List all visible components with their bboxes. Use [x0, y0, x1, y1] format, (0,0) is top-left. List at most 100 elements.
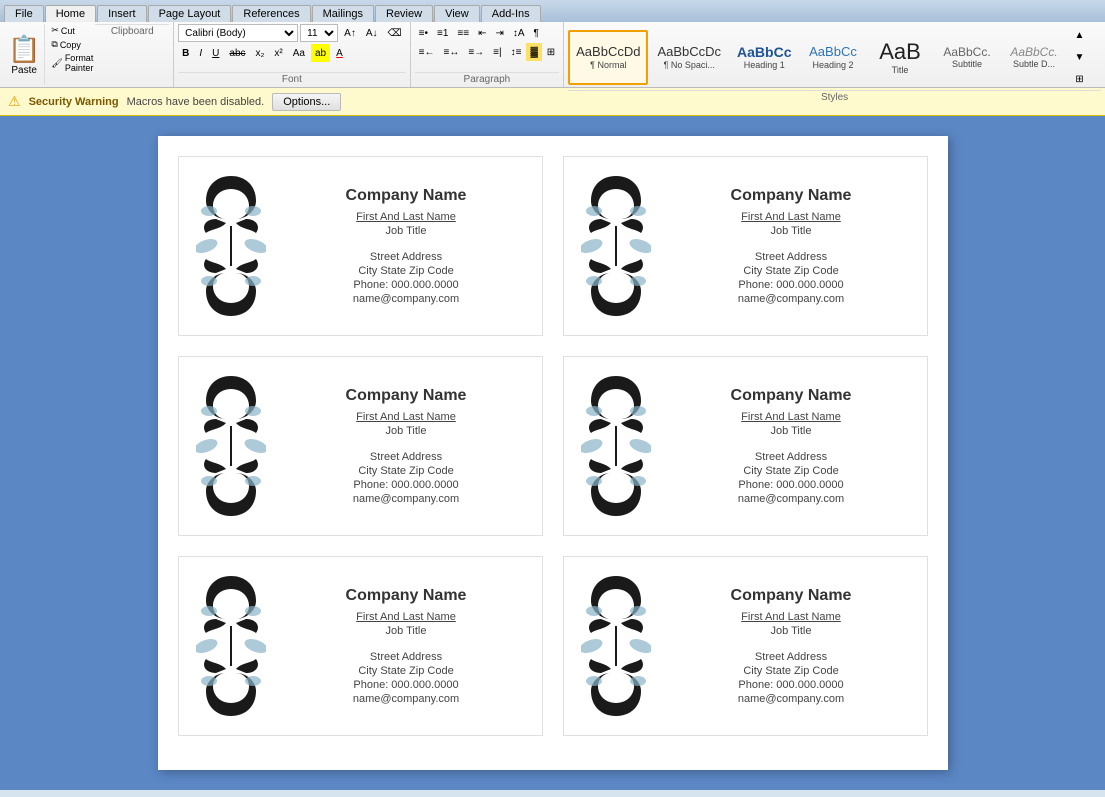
style-no-spacing-label: ¶ No Spaci...: [664, 60, 715, 70]
clear-format-button[interactable]: ⌫: [384, 24, 406, 42]
card-person-name: First And Last Name: [741, 411, 841, 423]
card-address: Street Address: [370, 651, 442, 663]
card-job-title: Job Title: [386, 625, 427, 637]
style-heading2-label: Heading 2: [812, 60, 853, 70]
sort-button[interactable]: ↕A: [509, 24, 529, 42]
increase-font-button[interactable]: A↑: [340, 24, 360, 42]
highlight-button[interactable]: ab: [311, 44, 330, 62]
paste-label: Paste: [11, 65, 37, 76]
card-logo: [576, 571, 656, 721]
business-card: Company Name First And Last Name Job Tit…: [178, 156, 543, 336]
card-person-name: First And Last Name: [356, 411, 456, 423]
tab-references[interactable]: References: [232, 5, 310, 22]
document-area: Company Name First And Last Name Job Tit…: [0, 116, 1105, 790]
multilevel-button[interactable]: ≡≡: [453, 24, 473, 42]
business-card: Company Name First And Last Name Job Tit…: [563, 556, 928, 736]
card-person-name: First And Last Name: [356, 611, 456, 623]
paste-icon: 📋: [8, 34, 40, 65]
card-phone: Phone: 000.000.0000: [738, 279, 843, 291]
style-heading1[interactable]: AaBbCc Heading 1: [730, 30, 798, 85]
clipboard-label: Clipboard: [95, 24, 169, 85]
tab-page-layout[interactable]: Page Layout: [148, 5, 232, 22]
card-city-state-zip: City State Zip Code: [358, 665, 453, 677]
card-email: name@company.com: [353, 693, 459, 705]
justify-button[interactable]: ≡|: [489, 43, 505, 61]
tab-home[interactable]: Home: [45, 5, 96, 22]
card-logo: [191, 171, 271, 321]
styles-scroll-up[interactable]: ▲: [1071, 26, 1089, 44]
font-label: Font: [178, 72, 405, 85]
tab-review[interactable]: Review: [375, 5, 433, 22]
font-color-button[interactable]: A: [332, 44, 347, 62]
style-normal[interactable]: AaBbCcDd ¶ Normal: [568, 30, 648, 85]
align-center-button[interactable]: ≡↔: [439, 43, 463, 61]
copy-icon: ⧉: [51, 39, 57, 50]
style-subtitle[interactable]: AaBbCc. Subtitle: [935, 30, 1000, 85]
security-icon: ⚠: [8, 93, 21, 110]
card-address: Street Address: [755, 651, 827, 663]
card-logo: [191, 371, 271, 521]
card-job-title: Job Title: [771, 625, 812, 637]
line-spacing-button[interactable]: ↕≡: [507, 43, 526, 61]
borders-button[interactable]: ⊞: [543, 43, 559, 61]
tab-file[interactable]: File: [4, 5, 44, 22]
styles-scroll-down[interactable]: ▼: [1071, 48, 1089, 66]
tab-mailings[interactable]: Mailings: [312, 5, 374, 22]
shading-button[interactable]: ▓: [526, 43, 541, 61]
card-company-name: Company Name: [346, 187, 467, 205]
card-company-name: Company Name: [731, 587, 852, 605]
card-phone: Phone: 000.000.0000: [353, 279, 458, 291]
copy-button[interactable]: ⧉ Copy: [49, 38, 95, 51]
decrease-font-button[interactable]: A↓: [362, 24, 382, 42]
card-job-title: Job Title: [771, 425, 812, 437]
font-family-select[interactable]: Calibri (Body): [178, 24, 298, 42]
para-row2: ≡← ≡↔ ≡→ ≡| ↕≡ ▓ ⊞: [415, 43, 560, 61]
card-address: Street Address: [370, 451, 442, 463]
options-button[interactable]: Options...: [272, 93, 341, 111]
increase-indent-button[interactable]: ⇥: [491, 24, 507, 42]
tab-view[interactable]: View: [434, 5, 480, 22]
italic-button[interactable]: I: [195, 44, 206, 62]
superscript-button[interactable]: x²: [270, 44, 286, 62]
style-no-spacing[interactable]: AaBbCcDc ¶ No Spaci...: [650, 30, 728, 85]
tab-insert[interactable]: Insert: [97, 5, 147, 22]
tab-add-ins[interactable]: Add-Ins: [481, 5, 541, 22]
cut-button[interactable]: ✂ Cut: [49, 24, 95, 37]
align-left-button[interactable]: ≡←: [415, 43, 439, 61]
card-job-title: Job Title: [386, 425, 427, 437]
style-heading2[interactable]: AaBbCc Heading 2: [801, 30, 866, 85]
style-title-preview: AaB: [879, 39, 921, 65]
card-email: name@company.com: [738, 493, 844, 505]
style-subtitle-label: Subtitle: [952, 59, 982, 69]
card-city-state-zip: City State Zip Code: [358, 465, 453, 477]
styles-more[interactable]: ⊞: [1071, 70, 1089, 88]
align-right-button[interactable]: ≡→: [464, 43, 488, 61]
card-job-title: Job Title: [386, 225, 427, 237]
strikethrough-button[interactable]: abc: [225, 44, 249, 62]
font-row1: Calibri (Body) 11 A↑ A↓ ⌫: [178, 24, 405, 42]
format-painter-icon: 🖌: [51, 58, 62, 69]
format-painter-button[interactable]: 🖌 Format Painter: [49, 52, 95, 74]
change-case-button[interactable]: Aa: [289, 44, 309, 62]
underline-button[interactable]: U: [208, 44, 223, 62]
card-info: Company Name First And Last Name Job Tit…: [668, 587, 915, 705]
card-city-state-zip: City State Zip Code: [743, 265, 838, 277]
numbering-button[interactable]: ≡1: [433, 24, 452, 42]
style-title[interactable]: AaB Title: [868, 30, 933, 85]
subscript-button[interactable]: x₂: [252, 44, 269, 62]
card-company-name: Company Name: [346, 587, 467, 605]
card-email: name@company.com: [353, 493, 459, 505]
paste-button[interactable]: 📋 Paste: [4, 24, 45, 85]
font-size-select[interactable]: 11: [300, 24, 338, 42]
paragraph-group: ≡• ≡1 ≡≡ ⇤ ⇥ ↕A ¶ ≡← ≡↔ ≡→ ≡| ↕≡ ▓ ⊞: [411, 22, 565, 87]
style-subtle[interactable]: AaBbCc. Subtle D...: [1002, 30, 1067, 85]
bold-button[interactable]: B: [178, 44, 193, 62]
document-page: Company Name First And Last Name Job Tit…: [158, 136, 948, 770]
card-info: Company Name First And Last Name Job Tit…: [283, 187, 530, 305]
decrease-indent-button[interactable]: ⇤: [474, 24, 490, 42]
bullets-button[interactable]: ≡•: [415, 24, 432, 42]
card-phone: Phone: 000.000.0000: [353, 479, 458, 491]
card-company-name: Company Name: [731, 387, 852, 405]
security-warning-label: Security Warning: [29, 96, 119, 108]
show-paragraph-button[interactable]: ¶: [530, 24, 543, 42]
